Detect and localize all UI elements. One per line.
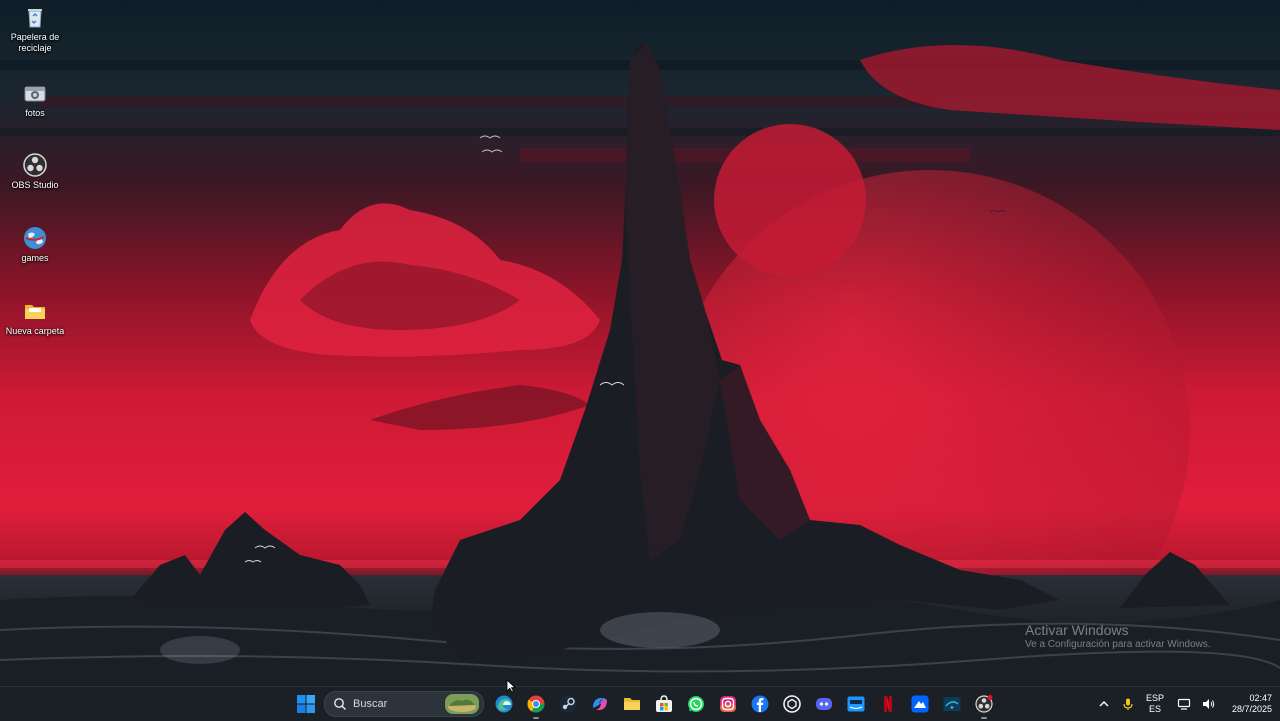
pointer-icon	[506, 679, 516, 693]
language-code: ESP	[1145, 693, 1164, 703]
taskbar-clock[interactable]: 02:47 28/7/2025	[1228, 693, 1272, 715]
taskbar-chatgpt[interactable]	[776, 688, 808, 720]
taskbar-chrome[interactable]	[520, 688, 552, 720]
network-button[interactable]	[1174, 694, 1194, 714]
desktop-icon-label: games	[21, 253, 49, 263]
microphone-button[interactable]	[1118, 694, 1138, 714]
taskbar-paramount-plus[interactable]	[904, 688, 936, 720]
desktop-icon-label: Papelera de reciclaje	[10, 32, 60, 53]
desktop-wallpaper	[0, 0, 1280, 686]
system-tray: ESP ES 02:47 28/7/2025	[1092, 687, 1272, 721]
clock-time: 02:47	[1249, 693, 1272, 703]
obs-studio-icon	[22, 152, 48, 178]
netflix-icon	[884, 696, 892, 712]
taskbar-microsoft-store[interactable]	[648, 688, 680, 720]
taskbar-copilot[interactable]	[584, 688, 616, 720]
prime-video-icon	[847, 696, 865, 712]
taskbar-whatsapp[interactable]	[680, 688, 712, 720]
taskbar-facebook[interactable]	[744, 688, 776, 720]
taskbar-disney-plus[interactable]: +	[936, 688, 968, 720]
taskbar-netflix[interactable]	[872, 688, 904, 720]
facebook-icon	[751, 695, 769, 713]
desktop-icon-label: OBS Studio	[11, 180, 59, 190]
whatsapp-icon	[688, 696, 704, 712]
taskbar-search-box[interactable]: Buscar	[324, 691, 484, 717]
desktop-icon-obs-studio[interactable]: OBS Studio	[2, 148, 68, 191]
taskbar-apps: Buscar +	[290, 687, 1000, 721]
desktop-icon-games[interactable]: games	[2, 221, 68, 264]
taskbar-file-explorer[interactable]	[616, 688, 648, 720]
activation-subtitle: Ve a Configuración para activar Windows.	[1025, 639, 1211, 650]
desktop-icon-label: fotos	[25, 108, 45, 118]
desktop-icon-recycle-bin[interactable]: Papelera de reciclaje	[2, 0, 68, 54]
desktop-icon-fotos[interactable]: fotos	[2, 76, 68, 119]
clock-date: 28/7/2025	[1231, 704, 1272, 714]
search-placeholder: Buscar	[353, 698, 388, 710]
volume-button[interactable]	[1198, 694, 1218, 714]
desktop-icon-nueva-carpeta[interactable]: Nueva carpeta	[2, 294, 68, 337]
games-globe-icon	[22, 225, 48, 251]
file-explorer-icon	[624, 698, 640, 710]
chevron-up-icon	[1099, 701, 1109, 707]
taskbar-discord[interactable]	[808, 688, 840, 720]
taskbar-obs-studio[interactable]	[968, 688, 1000, 720]
taskbar: Buscar + ESP ES 02:47 28/7/2025	[0, 686, 1280, 721]
start-icon	[297, 695, 315, 713]
instagram-icon	[720, 696, 736, 712]
windows-activation-watermark: Activar Windows Ve a Configuración para …	[1025, 622, 1211, 652]
recycle-bin-icon	[22, 4, 48, 30]
chrome-icon	[527, 695, 545, 713]
folder-icon	[22, 298, 48, 324]
taskbar-prime-video[interactable]	[840, 688, 872, 720]
discord-icon	[816, 698, 832, 710]
disney-plus-icon: +	[943, 697, 961, 711]
obs-studio-icon	[975, 695, 993, 713]
chatgpt-icon	[783, 695, 801, 713]
photos-icon	[22, 80, 48, 106]
taskbar-instagram[interactable]	[712, 688, 744, 720]
mouse-cursor	[506, 679, 516, 693]
speaker-icon	[1203, 699, 1215, 709]
svg-text:+: +	[950, 705, 954, 711]
network-icon	[1177, 698, 1191, 710]
desktop-icon-label: Nueva carpeta	[5, 326, 65, 336]
search-highlight-image	[445, 694, 479, 714]
microsoft-store-icon	[656, 695, 672, 712]
microphone-icon	[1123, 698, 1133, 710]
input-language-indicator[interactable]: ESP ES	[1146, 693, 1164, 715]
paramount-plus-icon	[911, 695, 929, 713]
activation-title: Activar Windows	[1025, 622, 1129, 638]
search-icon	[333, 697, 347, 711]
edge-icon	[495, 695, 513, 713]
start-button[interactable]	[290, 688, 322, 720]
keyboard-layout: ES	[1148, 704, 1161, 714]
steam-icon	[559, 695, 577, 713]
show-hidden-icons-button[interactable]	[1094, 694, 1114, 714]
copilot-icon	[593, 698, 607, 710]
taskbar-steam[interactable]	[552, 688, 584, 720]
